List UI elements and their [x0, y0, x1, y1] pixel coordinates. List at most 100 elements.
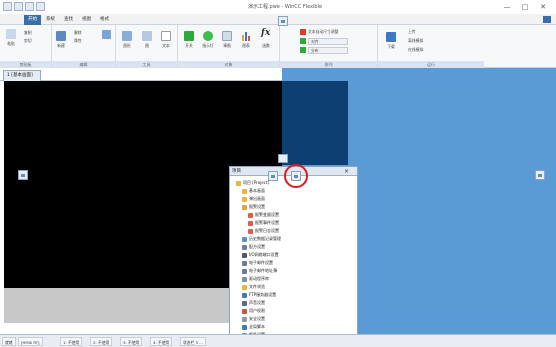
- tab-format[interactable]: 格式: [96, 15, 113, 25]
- upload-button[interactable]: 上传: [408, 29, 438, 35]
- paste-label: 粘贴: [7, 41, 15, 46]
- properties-button[interactable]: 属性: [74, 38, 98, 44]
- pane-close-icon[interactable]: ×: [344, 168, 349, 175]
- align-label: 对齐: [311, 39, 319, 44]
- alarm-icon: [242, 204, 247, 210]
- image-label: 图: [145, 43, 149, 48]
- chart-icon[interactable]: [241, 30, 252, 41]
- status-bar: 就绪 [HMI0 RT] 1: 不使用 2: 不使用 3: 不使用 4: 不使用…: [0, 334, 556, 347]
- distribute-label: 分布: [311, 48, 319, 53]
- new-icon[interactable]: [56, 31, 66, 41]
- graphic-label: 图形: [123, 43, 131, 48]
- status-hmi: [HMI0 RT]: [18, 337, 43, 346]
- help-icon[interactable]: [543, 16, 551, 23]
- status-slot-5: 状态栏 5 ...: [180, 337, 206, 346]
- ribbon-group-label: 对象: [178, 61, 279, 68]
- database-icon: [242, 236, 247, 242]
- copy-button[interactable]: 复制: [24, 30, 48, 36]
- undo-icon[interactable]: [25, 2, 34, 11]
- lamp-label: 指示灯: [202, 43, 214, 48]
- status-slot-1: 1: 不使用: [60, 337, 83, 346]
- function-label: 函数: [262, 43, 270, 48]
- driver-icon: [242, 276, 247, 282]
- project-pane[interactable]: 项目 × 项目 [Project] 基本画面 弹出画面 报警设置 报警变量设置 …: [229, 166, 358, 345]
- status-slot-2: 2: 不使用: [90, 337, 113, 346]
- folder-icon: [236, 180, 241, 186]
- bar-graph-icon[interactable]: [222, 31, 232, 41]
- document-tab[interactable]: 1 [基本画面]: [3, 70, 41, 81]
- tab-find[interactable]: 查找: [60, 15, 77, 25]
- align-field[interactable]: 对齐: [308, 38, 348, 45]
- address-book-icon: [242, 268, 247, 274]
- ribbon: 粘贴 复制 剪切 剪贴板 新建 删除 属性 编辑 图形 图 文本 工具 开关 指…: [0, 25, 556, 68]
- lamp-icon[interactable]: [203, 31, 213, 41]
- ribbon-group-run: 下载 上传 离线模拟 在线模拟 运行: [378, 25, 484, 68]
- document-icon: [248, 212, 253, 218]
- dock-left-icon[interactable]: [18, 170, 28, 180]
- dock-preview-highlight: [282, 81, 348, 165]
- tab-view[interactable]: 视图: [78, 15, 95, 25]
- dock-top-icon[interactable]: [278, 16, 288, 26]
- ribbon-group-tools: 图形 图 文本 工具: [116, 25, 178, 68]
- status-ready: 就绪: [2, 337, 16, 346]
- app-menu-icon[interactable]: [3, 2, 12, 11]
- image-icon[interactable]: [142, 31, 152, 41]
- status-slot-3: 3: 不使用: [120, 337, 143, 346]
- dock-center-icon[interactable]: [278, 154, 288, 163]
- close-button[interactable]: ✕: [536, 2, 550, 12]
- distribute-field[interactable]: 分布: [308, 47, 348, 54]
- distribute-icon[interactable]: [300, 47, 306, 53]
- redo-icon[interactable]: [36, 2, 45, 11]
- download-icon[interactable]: [386, 32, 396, 42]
- email-icon: [242, 260, 247, 266]
- document-icon: [248, 228, 253, 234]
- online-sim-button[interactable]: 在线模拟: [408, 47, 438, 53]
- tab-system[interactable]: 系统: [42, 15, 59, 25]
- dock-target-icon[interactable]: [291, 171, 301, 181]
- recipe-icon: [242, 244, 247, 250]
- folder-icon: [242, 196, 247, 202]
- dock-right-icon[interactable]: [535, 170, 545, 180]
- tab-start[interactable]: 开始: [24, 15, 41, 25]
- user-icon: [242, 308, 247, 314]
- cut-button[interactable]: 剪切: [24, 38, 48, 44]
- download-label: 下载: [387, 44, 395, 49]
- bar-graph-label: 棒图: [223, 43, 231, 48]
- chart-label: 图表: [242, 43, 250, 48]
- title-bar: 演示工程.pwe - WinCC Flexible — □ ✕: [0, 0, 556, 14]
- ribbon-group-objects: 开关 指示灯 棒图 图表 fx 函数 对象: [178, 25, 280, 68]
- delete-button[interactable]: 删除: [74, 30, 98, 36]
- sound-icon: [242, 300, 247, 306]
- text-label: 文本: [162, 43, 170, 48]
- status-slot-4: 4: 不使用: [150, 337, 173, 346]
- save-icon[interactable]: [14, 2, 23, 11]
- folder-icon: [242, 188, 247, 194]
- minimize-button[interactable]: —: [500, 2, 514, 12]
- text-icon[interactable]: [161, 31, 171, 41]
- maximize-button[interactable]: □: [518, 2, 532, 12]
- autosize-icon[interactable]: [300, 29, 306, 35]
- align-icon[interactable]: [300, 38, 306, 44]
- ribbon-group-clipboard: 粘贴 复制 剪切 剪贴板: [0, 25, 52, 68]
- text-autosize-button[interactable]: 文本自动尺寸调整: [308, 29, 370, 35]
- ribbon-group-label: 运行: [378, 61, 484, 68]
- switch-label: 开关: [185, 43, 193, 48]
- ribbon-group-label: 编辑: [52, 61, 115, 68]
- security-icon: [242, 316, 247, 322]
- ribbon-group-label: 剪贴板: [0, 61, 51, 68]
- window-title: 演示工程.pwe - WinCC Flexible: [247, 4, 323, 10]
- pane-dock-icon[interactable]: [268, 171, 278, 181]
- ribbon-group-arrange: 文本自动尺寸调整 对齐 分布 排列: [280, 25, 378, 68]
- new-label: 新建: [57, 43, 65, 48]
- function-icon[interactable]: fx: [261, 28, 270, 38]
- graphic-icon[interactable]: [122, 31, 132, 41]
- grid-icon[interactable]: [102, 30, 111, 39]
- server-icon: [242, 292, 247, 298]
- ribbon-group-label: 工具: [116, 61, 177, 68]
- port-icon: [242, 252, 247, 258]
- paste-icon[interactable]: [6, 29, 16, 39]
- switch-icon[interactable]: [184, 31, 194, 41]
- offline-sim-button[interactable]: 离线模拟: [408, 38, 438, 44]
- ribbon-group-edit: 新建 删除 属性 编辑: [52, 25, 116, 68]
- folder-icon: [242, 284, 247, 290]
